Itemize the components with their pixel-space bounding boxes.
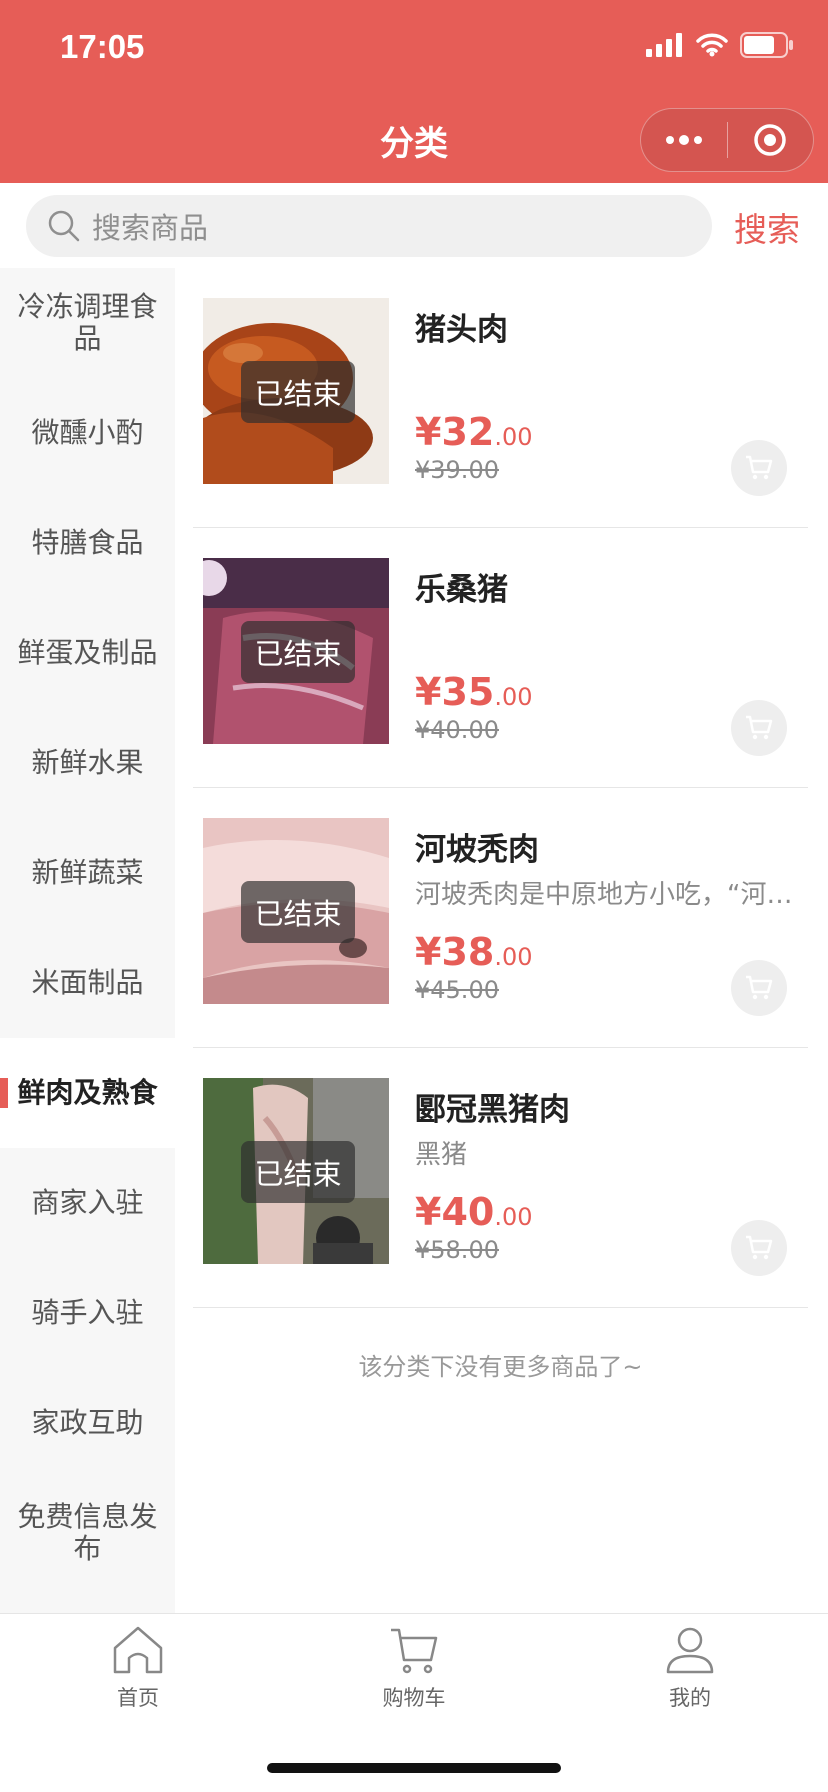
home-indicator xyxy=(267,1763,561,1773)
add-to-cart-button[interactable] xyxy=(731,1220,787,1276)
category-item-meat-deli[interactable]: 鲜肉及熟食 xyxy=(0,1038,175,1148)
category-item-special-diet[interactable]: 特膳食品 xyxy=(0,488,175,598)
cart-icon xyxy=(746,715,773,740)
category-sidebar: 冷冻调理食品 微醺小酌 特膳食品 鲜蛋及制品 新鲜水果 新鲜蔬菜 米面制品 鲜肉… xyxy=(0,268,175,1613)
search-placeholder: 搜索商品 xyxy=(92,211,209,245)
target-icon xyxy=(754,124,786,156)
product-image[interactable]: 已结束 xyxy=(203,818,389,1004)
product-name: 河坡秃肉 xyxy=(415,832,539,868)
tab-mine-label: 我的 xyxy=(669,1686,711,1710)
category-item-frozen-prepared-food[interactable]: 冷冻调理食品 xyxy=(0,268,175,378)
product-image[interactable]: 已结束 xyxy=(203,558,389,744)
sale-ended-badge: 已结束 xyxy=(241,1141,355,1203)
category-item-rider-join[interactable]: 骑手入驻 xyxy=(0,1258,175,1368)
product-item[interactable]: 已结束 郾冠黑猪肉 黑猪 ¥40.00 ¥58.00 xyxy=(193,1048,808,1308)
header-bar: 17:05 分类 xyxy=(0,0,828,183)
cart-icon xyxy=(746,455,773,480)
add-to-cart-button[interactable] xyxy=(731,960,787,1016)
add-to-cart-button[interactable] xyxy=(731,440,787,496)
list-end-text: 该分类下没有更多商品了~ xyxy=(358,1353,643,1381)
tab-mine[interactable]: 我的 xyxy=(620,1624,760,1712)
category-item-vegetables[interactable]: 新鲜蔬菜 xyxy=(0,818,175,928)
product-original-price: ¥45.00 xyxy=(415,976,499,1004)
product-name: 猪头肉 xyxy=(415,312,508,348)
category-item-merchant-join[interactable]: 商家入驻 xyxy=(0,1148,175,1258)
mini-program-capsule xyxy=(640,108,814,172)
tab-cart-label: 购物车 xyxy=(382,1686,446,1710)
search-icon xyxy=(48,210,80,242)
product-name: 乐桑猪 xyxy=(415,572,508,608)
status-time: 17:05 xyxy=(60,28,145,65)
category-item-rice-noodles[interactable]: 米面制品 xyxy=(0,928,175,1038)
add-to-cart-button[interactable] xyxy=(731,700,787,756)
search-button[interactable]: 搜索 xyxy=(734,203,800,251)
tab-cart[interactable]: 购物车 xyxy=(344,1624,484,1712)
signal-icon xyxy=(646,33,682,57)
product-original-price: ¥40.00 xyxy=(415,716,499,744)
user-icon xyxy=(666,1627,714,1674)
sale-ended-badge: 已结束 xyxy=(241,881,355,943)
status-icons xyxy=(646,32,794,58)
sale-ended-badge: 已结束 xyxy=(241,361,355,423)
wifi-icon xyxy=(696,33,728,57)
product-description: 河坡秃肉是中原地方小吃，“河坡秃肉”是... xyxy=(415,880,795,910)
product-item[interactable]: 已结束 乐桑猪 ¥35.00 ¥40.00 xyxy=(193,528,808,788)
cart-icon xyxy=(746,1235,773,1260)
category-item-drinks[interactable]: 微醺小酌 xyxy=(0,378,175,488)
product-description: 黑猪 xyxy=(415,1140,468,1170)
battery-icon xyxy=(740,32,793,58)
more-dots-icon xyxy=(665,135,702,145)
more-button[interactable] xyxy=(641,109,727,171)
category-item-housekeeping[interactable]: 家政互助 xyxy=(0,1368,175,1478)
home-icon xyxy=(113,1626,163,1674)
tab-home-label: 首页 xyxy=(117,1686,159,1710)
product-item[interactable]: 已结束 猪头肉 ¥32.00 ¥39.00 xyxy=(193,268,808,528)
product-image[interactable]: 已结束 xyxy=(203,298,389,484)
cart-icon xyxy=(746,975,773,1000)
category-item-eggs[interactable]: 鲜蛋及制品 xyxy=(0,598,175,708)
category-item-fruit[interactable]: 新鲜水果 xyxy=(0,708,175,818)
tab-home[interactable]: 首页 xyxy=(68,1624,208,1712)
shopping-cart-icon xyxy=(391,1628,438,1674)
sale-ended-badge: 已结束 xyxy=(241,621,355,683)
product-image[interactable]: 已结束 xyxy=(203,1078,389,1264)
product-item[interactable]: 已结束 河坡秃肉 河坡秃肉是中原地方小吃，“河坡秃肉”是... ¥38.00 ¥… xyxy=(193,788,808,1048)
close-mini-program-button[interactable] xyxy=(728,109,814,171)
product-price: ¥38.00 xyxy=(415,930,533,974)
product-name: 郾冠黑猪肉 xyxy=(415,1092,570,1128)
category-item-free-info[interactable]: 免费信息发布 xyxy=(0,1478,175,1588)
product-original-price: ¥58.00 xyxy=(415,1236,499,1264)
product-price: ¥35.00 xyxy=(415,670,533,714)
search-input[interactable]: 搜索商品 xyxy=(26,195,712,257)
product-price: ¥32.00 xyxy=(415,410,533,454)
product-price: ¥40.00 xyxy=(415,1190,533,1234)
product-original-price: ¥39.00 xyxy=(415,456,499,484)
